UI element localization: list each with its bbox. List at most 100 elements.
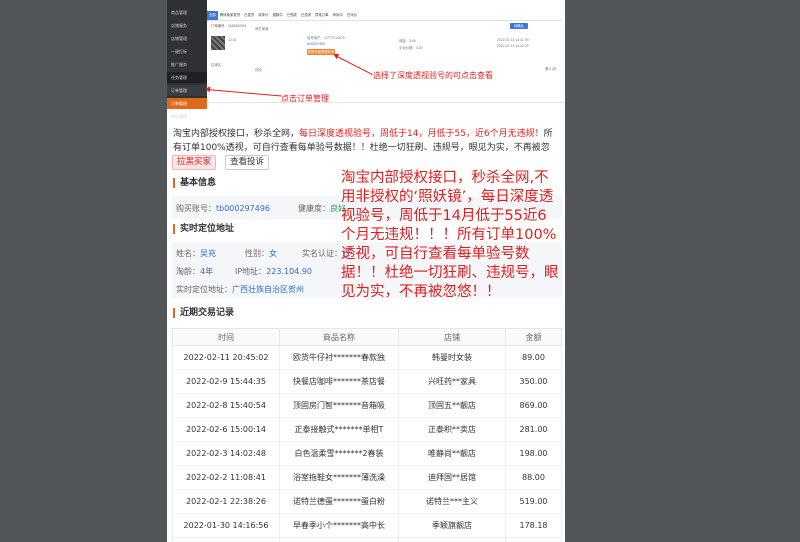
table-row: 2022-02-1 22:38:26 诺特兰德蛋*******蛋白粉 诺特兰***主… (172, 489, 562, 514)
view-deep-check-button[interactable]: 查看深度透视验号 (307, 49, 335, 55)
table-cell: 281.00 (505, 417, 562, 442)
table-cell: 万里长城画*******办公室 (279, 537, 399, 542)
pagination: 第1/1页 (545, 67, 557, 71)
table-cell: 季颖旗靓店 (398, 513, 506, 538)
address-field: 实时定位地址：广西壮族自治区贺州 (176, 285, 304, 294)
product-thumbnail (211, 36, 225, 50)
tab[interactable]: 已完成 (285, 11, 299, 20)
sidebar-item[interactable]: 一键打标 (167, 46, 207, 57)
date-2: 2022-02-13 14:32:29 (497, 44, 529, 48)
table-cell: 白色温柔雪*******2春装 (279, 441, 399, 466)
sidebar-item[interactable]: 店铺管理 (167, 33, 207, 44)
intro-highlight: 每日深度透视验号，周低于14，月低于55，近6个月无违规！ (299, 129, 544, 139)
table-cell: 138.00 (505, 537, 562, 542)
platform-price: 平台价格：3.00 (399, 46, 423, 50)
sidebar-item[interactable]: 店铺服务 (167, 20, 207, 31)
table-cell: 韩曼时女装 (398, 345, 506, 370)
sidebar-item[interactable]: 评价管理 (167, 111, 207, 122)
table-cell: 欧货牛仔衬*******春款独 (279, 345, 399, 370)
commission: 佣金：3.00 (399, 39, 416, 43)
promo-overlay-text: 淘宝内部授权接口，秒杀全网,不用非授权的‘照妖镜’，每日深度透视验号，周低于14… (341, 170, 559, 300)
table-row: 2022-02-6 15:00:14 正泰接触式*******单相T 正泰积**卖店… (172, 417, 562, 442)
table-cell: 350.00 (505, 369, 562, 394)
table-cell: 正泰接触式*******单相T (279, 417, 399, 442)
table-cell: 198.00 (505, 441, 562, 466)
table-cell: 2022-02-8 15:40:54 (172, 393, 280, 418)
table-cell: 浴室拖鞋女*******薄洗澡 (279, 465, 399, 490)
column-header: 时间 (172, 328, 280, 346)
column-header: 店铺 (398, 328, 506, 346)
table-cell: 迪拜国**居馆 (398, 465, 506, 490)
intro-prefix: 淘宝内部授权接口，秒杀全网， (173, 129, 300, 139)
table-cell: 兴旺药**家具 (398, 369, 506, 394)
name-field: 姓名：吴充 (176, 249, 216, 258)
table-cell: 869.00 (505, 393, 562, 418)
annotation-orders: 点击订单管理 (281, 94, 329, 103)
table-row: 2022-02-9 15:44:35 快餐店咖啡*******茶店餐 兴旺药**家具… (172, 369, 562, 394)
trades-table: 时间 商品名称 店铺 金额 2022-02-11 20:45:02 欧货牛仔衬**… (172, 328, 562, 542)
table-cell: 臻艺装*画厂 (398, 537, 506, 542)
tab[interactable]: 退款中 (270, 11, 284, 20)
table-cell: 88.00 (505, 465, 562, 490)
tab[interactable]: 全部 (207, 11, 218, 20)
order-id: 12.02 (228, 38, 237, 42)
status-button[interactable]: 待确认 (510, 23, 528, 29)
table-cell: 早春季小个*******高中长 (279, 513, 399, 538)
table-cell: 唯静尚**靓店 (398, 441, 506, 466)
table-cell: 顶固五**靓店 (398, 393, 506, 418)
tab[interactable]: 待评价 (256, 11, 270, 20)
section-title-trades: 近期交易记录 (173, 308, 234, 318)
age-field: 淘龄：4年 (176, 267, 214, 276)
buyer-number: 验号用户：12777014575 (307, 36, 345, 40)
tab[interactable]: 异常订单 (313, 11, 331, 20)
table-cell: 2022-02-3 14:02:48 (172, 441, 280, 466)
table-row: 2022-02-2 11:08:41 浴室拖鞋女*******薄洗澡 迪拜国**居馆… (172, 465, 562, 490)
table-cell: 2022-02-6 15:00:14 (172, 417, 280, 442)
column-header: 商品名称 (279, 328, 399, 346)
gender-field: 性别：女 (245, 249, 277, 258)
account-field: 购买账号：tb000297496 (176, 204, 271, 213)
arrow-icon (206, 89, 282, 97)
tab[interactable]: 等待卖家发货 (218, 11, 242, 20)
table-cell: 2022-01-30 14:16:56 (172, 513, 280, 538)
sidebar: 商品管理 店铺服务 店铺管理 一键打标 推广服务 任务管理 订单管理 订单管理 … (167, 0, 207, 119)
date-1: 2022-02-13 14:31:49 (497, 38, 529, 42)
table-row: 2022-01-09 20:26:04万里长城画*******办公室臻艺装*画厂… (172, 537, 562, 542)
section-title-basic: 基本信息 (173, 178, 216, 188)
sidebar-item[interactable]: 任务管理 (167, 72, 207, 83)
table-cell: 89.00 (505, 345, 562, 370)
tab[interactable]: 已评价 (345, 11, 359, 20)
table-cell: 519.00 (505, 489, 562, 514)
sidebar-item[interactable]: 商品管理 (167, 7, 207, 18)
table-cell: 2022-02-2 11:08:41 (172, 465, 280, 490)
ip-field: IP地址：223.104.90 (235, 267, 312, 276)
order-tabs: 全部 等待卖家发货 已发货 待评价 退款中 已完成 已关闭 异常订单 申诉中 已… (207, 11, 562, 21)
sidebar-item[interactable]: 推广服务 (167, 59, 207, 70)
review-link[interactable]: 评论 (255, 67, 262, 72)
block-buyer-button[interactable]: 拉黑买家 (172, 155, 217, 170)
view-complaints-button[interactable]: 查看投诉 (225, 155, 270, 170)
tab[interactable]: 已发货 (242, 11, 256, 20)
annotation-check: 选择了深度透视验号的可点击查看 (373, 71, 493, 80)
buyer-id[interactable]: tb00297490 (307, 42, 325, 46)
table-row: 2022-02-8 15:40:54 顶固房门智*******音箱吸 顶固五**靓店… (172, 393, 562, 418)
table-cell: 快餐店咖啡*******茶店餐 (279, 369, 399, 394)
table-row: 2022-01-30 14:16:56 早春季小个*******高中长 季颖旗靓店 1… (172, 513, 562, 538)
sidebar-item-orders[interactable]: 订单管理 (167, 98, 207, 109)
shop-label: 请打单营 (255, 27, 269, 31)
table-header-row: 时间 商品名称 店铺 金额 (172, 328, 562, 346)
document-page: 商品管理 店铺服务 店铺管理 一键打标 推广服务 任务管理 订单管理 订单管理 … (167, 0, 565, 542)
table-cell: 诺特兰德蛋*******蛋白粉 (279, 489, 399, 514)
tab[interactable]: 申诉中 (331, 11, 345, 20)
sidebar-item[interactable]: 订单管理 (167, 85, 207, 96)
column-header: 金额 (505, 328, 562, 346)
table-cell: 2022-02-11 20:45:02 (172, 345, 280, 370)
tab[interactable]: 已关闭 (299, 11, 313, 20)
table-row: 2022-02-3 14:02:48 白色温柔雪*******2春装 唯静尚**靓店… (172, 441, 562, 466)
shop-meta: 店铺名： (211, 63, 225, 67)
table-cell: 2022-01-09 20:26:04 (172, 537, 280, 542)
order-number: 订单编号：1153402001 (211, 24, 247, 28)
health-field: 健康度：良好 (298, 204, 346, 213)
table-row: 2022-02-11 20:45:02 欧货牛仔衬*******春款独 韩曼时女装 8… (172, 345, 562, 370)
embedded-screenshot: 商品管理 店铺服务 店铺管理 一键打标 推广服务 任务管理 订单管理 订单管理 … (167, 0, 565, 119)
